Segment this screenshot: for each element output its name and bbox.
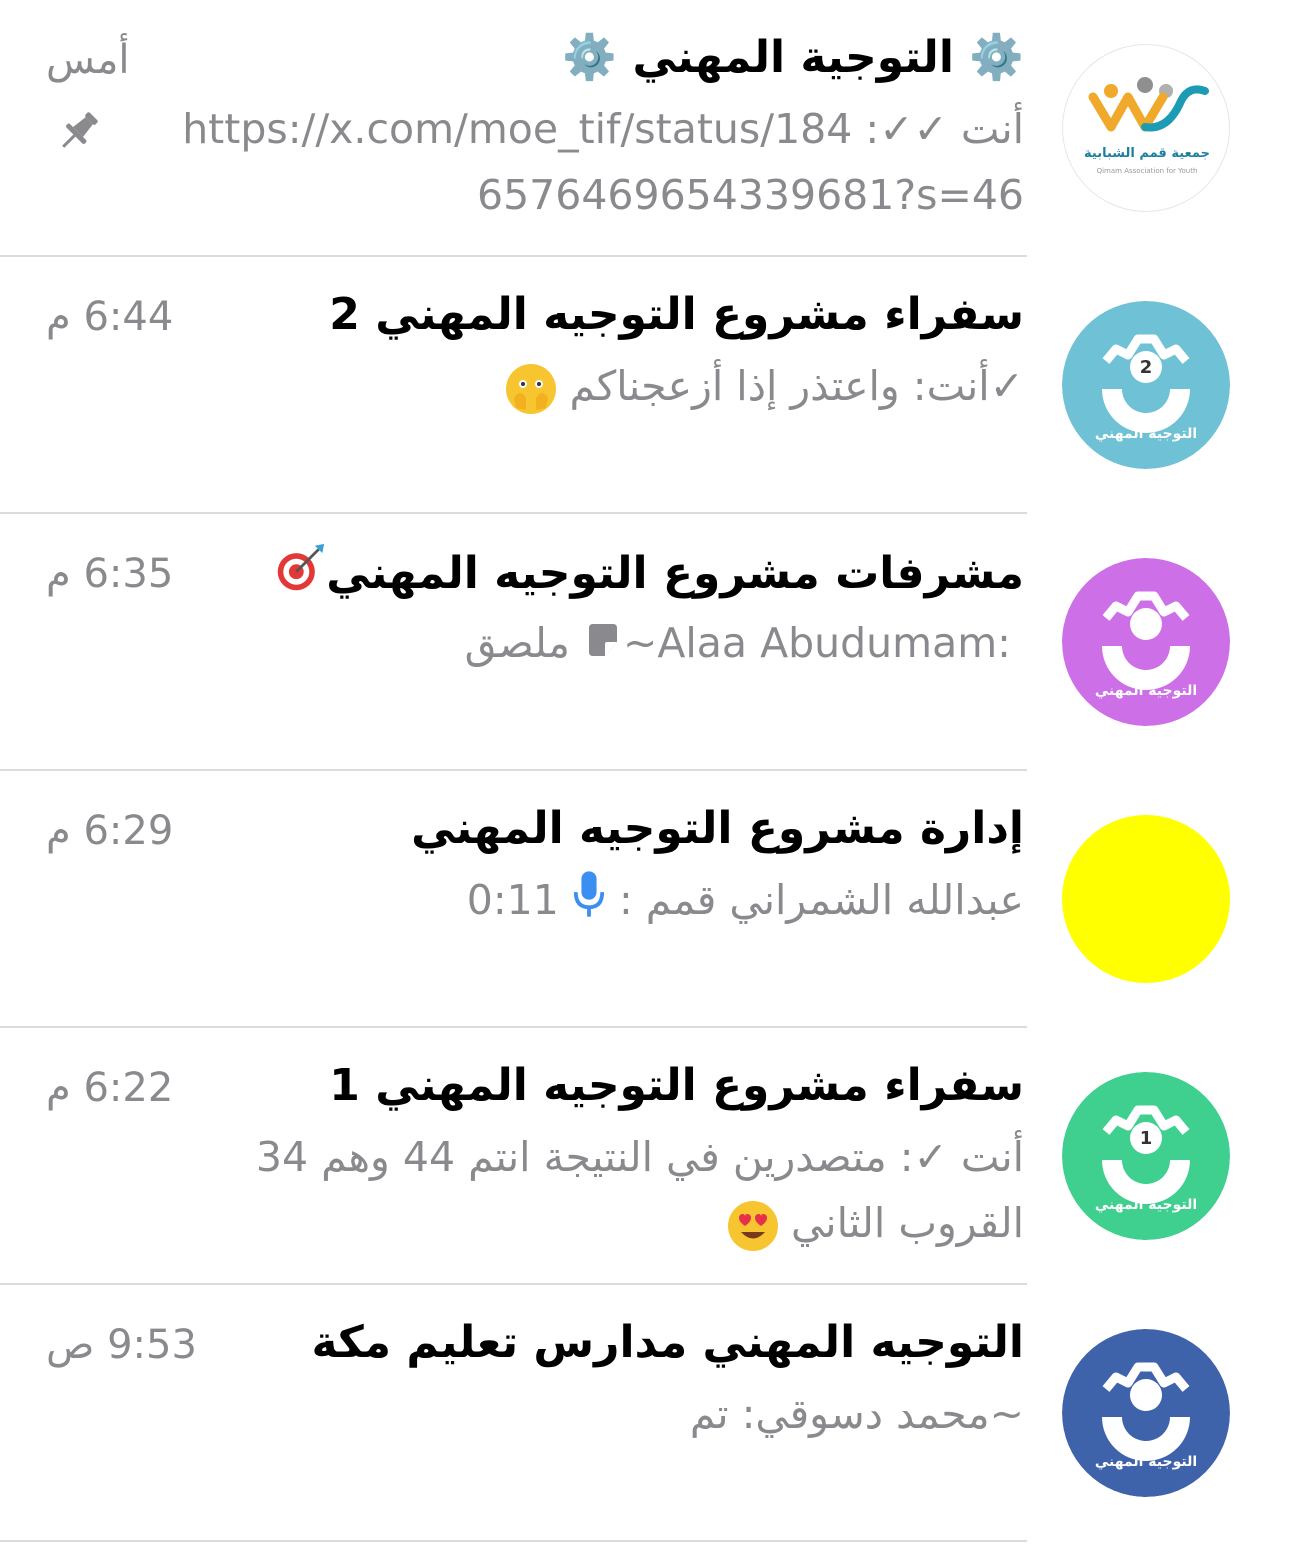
direct-hit-icon [274, 542, 326, 610]
chat-time: أمس [46, 37, 130, 83]
smiling-face-with-heart-eyes-icon [727, 1201, 778, 1251]
chat-title-text: مشرفات مشروع التوجيه المهني [326, 548, 1024, 599]
chat-row[interactable]: 2 التوجيه المهني سفراء مشروع التوجيه الم… [0, 257, 1290, 514]
chat-time: 6:35 م [46, 551, 174, 597]
career-gear-icon: التوجيه المهني [1062, 1329, 1230, 1497]
svg-text:التوجيه المهني: التوجيه المهني [1095, 426, 1197, 442]
preview-sender: ✓أنت: [899, 362, 1024, 410]
svg-text:التوجيه المهني: التوجيه المهني [1095, 1454, 1197, 1470]
voice-duration: 0:11 [466, 876, 559, 924]
preview-sender: ~Alaa Abudumam: [623, 619, 1024, 667]
chat-preview: ~محمد دسوقي: تم [164, 1381, 1024, 1447]
svg-text:1: 1 [1140, 1128, 1153, 1149]
group-avatar[interactable]: 2 التوجيه المهني [1062, 301, 1230, 469]
chat-preview: ✓أنت: واعتذر إذا أزعجناكم [164, 353, 1024, 419]
career-gear-icon: التوجيه المهني [1062, 558, 1230, 726]
svg-text:Qimam Association for Youth: Qimam Association for Youth [1097, 167, 1198, 175]
chat-preview: ~Alaa Abudumam: ملصق [164, 610, 1024, 679]
chat-row[interactable]: إدارة مشروع التوجيه المهني 6:29 م عبدالل… [0, 771, 1290, 1028]
preview-sender: ~محمد دسوقي: [728, 1390, 1024, 1438]
row-divider [0, 1540, 1027, 1542]
chat-title: مشرفات مشروع التوجيه المهني [274, 542, 1024, 610]
face-with-open-eyes-and-hand-over-mouth-icon [506, 364, 557, 414]
career-gear-icon: 2 التوجيه المهني [1062, 301, 1230, 469]
chat-title: ⚙️ التوجية المهني ⚙️ [562, 32, 1024, 83]
qimam-logo-icon: جمعية قمم الشبابية Qimam Association for… [1084, 77, 1210, 175]
svg-text:التوجيه المهني: التوجيه المهني [1095, 683, 1197, 699]
sticker-icon [583, 613, 623, 679]
preview-sender: عبدالله الشمراني قمم : [605, 876, 1024, 924]
group-avatar[interactable] [1062, 815, 1230, 983]
group-avatar[interactable]: جمعية قمم الشبابية Qimam Association for… [1062, 44, 1230, 212]
chat-list: جمعية قمم الشبابية Qimam Association for… [0, 0, 1290, 1565]
svg-text:2: 2 [1140, 357, 1153, 378]
chat-time: 6:29 م [46, 808, 174, 854]
preview-text: ملصق [464, 619, 570, 667]
preview-text: واعتذر إذا أزعجناكم [569, 362, 900, 410]
group-avatar[interactable]: 1 التوجيه المهني [1062, 1072, 1230, 1240]
preview-text: تم [689, 1390, 729, 1438]
chat-time: 6:22 م [46, 1065, 174, 1111]
group-avatar[interactable]: التوجيه المهني [1062, 1329, 1230, 1497]
chat-row[interactable]: التوجيه المهني التوجيه المهني مدارس تعلي… [0, 1285, 1290, 1542]
chat-row[interactable]: التوجيه المهني مشرفات مشروع التوجيه المه… [0, 514, 1290, 771]
chat-title: سفراء مشروع التوجيه المهني 1 [329, 1060, 1024, 1111]
pin-icon [62, 112, 98, 148]
microphone-icon [572, 869, 606, 938]
chat-title: سفراء مشروع التوجيه المهني 2 [329, 289, 1024, 340]
preview-sender: أنت ✓✓: [852, 105, 1024, 153]
chat-row[interactable]: 1 التوجيه المهني سفراء مشروع التوجيه الم… [0, 1028, 1290, 1285]
svg-text:جمعية قمم الشبابية: جمعية قمم الشبابية [1084, 146, 1210, 161]
chat-preview: أنت ✓: متصدرين في النتيجة انتم 44 وهم 34… [164, 1124, 1024, 1256]
chat-preview: عبدالله الشمراني قمم : 0:11 [164, 867, 1024, 938]
chat-title: إدارة مشروع التوجيه المهني [411, 803, 1024, 854]
chat-title: التوجيه المهني مدارس تعليم مكة [311, 1317, 1025, 1368]
career-gear-icon: 1 التوجيه المهني [1062, 1072, 1230, 1240]
svg-text:التوجيه المهني: التوجيه المهني [1095, 1197, 1197, 1213]
chat-time: 6:44 م [46, 294, 174, 340]
chat-row[interactable]: جمعية قمم الشبابية Qimam Association for… [0, 0, 1290, 257]
preview-sender: أنت ✓: [886, 1133, 1024, 1181]
group-avatar[interactable]: التوجيه المهني [1062, 558, 1230, 726]
chat-time: 9:53 ص [46, 1322, 197, 1368]
chat-preview: أنت ✓✓: https://x.com/moe_tif/status/184… [164, 96, 1024, 228]
